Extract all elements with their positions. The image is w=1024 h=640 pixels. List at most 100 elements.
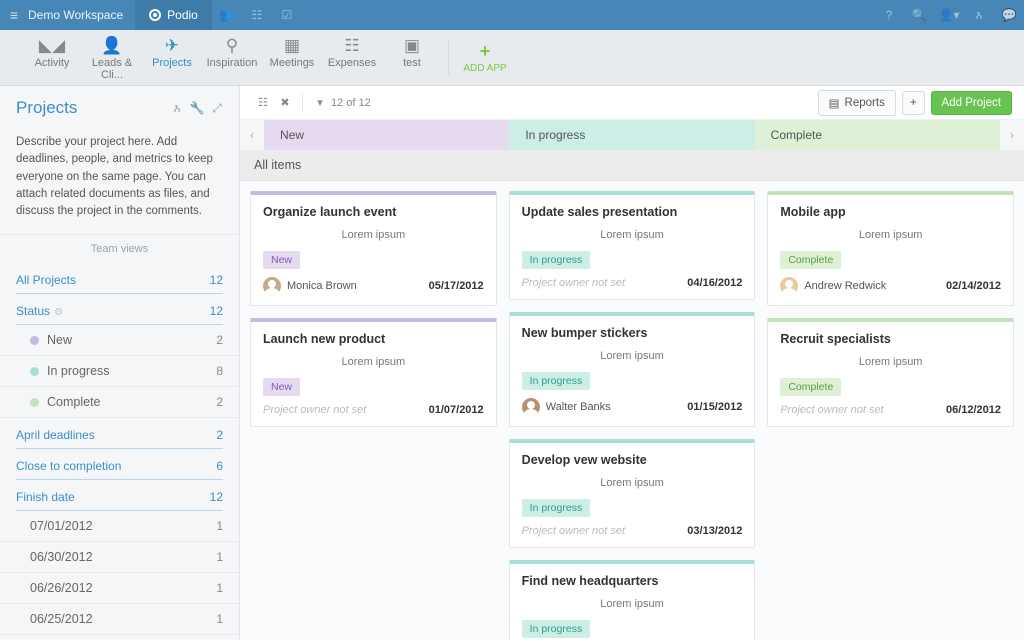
reports-button[interactable]: ▤Reports [818, 90, 896, 116]
layout-icon[interactable]: ☷ [252, 96, 274, 109]
expand-icon[interactable]: ⤢ [207, 101, 227, 116]
content-toolbar: ☷ ✖ ▾ 12 of 12 ▤Reports + Add Project [240, 86, 1024, 120]
contacts-icon[interactable]: 👥 [212, 8, 242, 22]
appnav-item-leads-cli-[interactable]: 👤Leads & Cli... [82, 35, 142, 81]
chat-icon[interactable]: 💬 [994, 8, 1024, 22]
column-new: Organize launch eventLorem ipsumNewMonic… [250, 191, 497, 630]
project-card[interactable]: Recruit specialistsLorem ipsumCompletePr… [767, 318, 1014, 427]
project-card[interactable]: Find new headquartersLorem ipsumIn progr… [509, 560, 756, 640]
wrench-icon[interactable]: 🔧 [187, 101, 207, 115]
tools-icon[interactable]: ✖ [274, 96, 296, 109]
april-label: April deadlines [16, 428, 216, 442]
menu-icon[interactable]: ≡ [0, 7, 28, 23]
podio-mark-icon [149, 9, 161, 21]
card-description: Lorem ipsum [522, 225, 743, 251]
lane-next-arrow[interactable]: › [1000, 120, 1024, 150]
close-count: 6 [216, 459, 223, 473]
card-title: Recruit specialists [780, 332, 1001, 346]
card-date: 02/14/2012 [946, 280, 1001, 292]
finish-row-count: 1 [216, 612, 223, 626]
card-date: 01/07/2012 [429, 404, 484, 416]
appnav-item-expenses[interactable]: ☷Expenses [322, 35, 382, 81]
filter-icon[interactable]: ▾ [309, 96, 331, 109]
appnav-item-projects[interactable]: ✈Projects [142, 35, 202, 81]
gear-icon[interactable]: ⚙ [54, 307, 63, 318]
card-title: Update sales presentation [522, 205, 743, 219]
finish-row[interactable]: 07/01/20121 [0, 511, 239, 542]
chart-icon: ▤ [829, 96, 840, 110]
help-icon[interactable]: ? [874, 8, 904, 22]
add-app-button[interactable]: +ADD APP [455, 41, 515, 74]
card-description: Lorem ipsum [522, 473, 743, 499]
sidebar-header: Projects እ 🔧 ⤢ [0, 86, 239, 126]
status-row-count: 2 [216, 395, 223, 409]
status-row-label: New [47, 333, 216, 347]
appnav-item-inspiration[interactable]: ⚲Inspiration [202, 35, 262, 81]
lane-header-inprogress[interactable]: In progress [509, 120, 754, 150]
appnav-item-test[interactable]: ▣test [382, 35, 442, 81]
status-row-label: In progress [47, 364, 216, 378]
status-row-new[interactable]: New2 [0, 325, 239, 356]
app-label: Projects [142, 57, 202, 69]
finish-row[interactable]: 06/25/20121 [0, 604, 239, 635]
card-owner-empty: Project owner not set [522, 525, 688, 537]
card-description: Lorem ipsum [263, 225, 484, 251]
project-card[interactable]: Organize launch eventLorem ipsumNewMonic… [250, 191, 497, 306]
finish-row[interactable]: 06/30/20121 [0, 542, 239, 573]
project-card[interactable]: Develop vew websiteLorem ipsumIn progres… [509, 439, 756, 548]
card-date: 04/16/2012 [687, 277, 742, 289]
lane-prev-arrow[interactable]: ‹ [240, 120, 264, 150]
card-title: Launch new product [263, 332, 484, 346]
broadcast-icon[interactable]: እ [167, 101, 187, 116]
status-badge: In progress [522, 620, 591, 638]
finish-row-label: 07/01/2012 [30, 519, 216, 533]
calendar-icon[interactable]: ☷ [242, 8, 272, 22]
all-projects-count: 12 [210, 273, 223, 287]
appnav-item-meetings[interactable]: ▦Meetings [262, 35, 322, 81]
status-dot-icon [30, 336, 39, 345]
workspace-name[interactable]: Demo Workspace [28, 8, 135, 22]
sidebar: Projects እ 🔧 ⤢ Describe your project her… [0, 86, 240, 640]
status-badge: New [263, 251, 300, 269]
status-row-prog[interactable]: In progress8 [0, 356, 239, 387]
card-date: 03/13/2012 [687, 525, 742, 537]
app-label: test [382, 57, 442, 69]
app-icon: ▣ [382, 35, 442, 57]
project-card[interactable]: Update sales presentationLorem ipsumIn p… [509, 191, 756, 300]
lane-header-complete[interactable]: Complete [755, 120, 1000, 150]
feed-icon[interactable]: እ [964, 8, 994, 23]
sidebar-view-all[interactable]: All Projects 12 [16, 273, 223, 294]
appnav-item-activity[interactable]: ◣◢Activity [22, 35, 82, 81]
tasks-icon[interactable]: ☑ [272, 8, 302, 22]
april-count: 2 [216, 428, 223, 442]
app-nav: ◣◢Activity👤Leads & Cli...✈Projects⚲Inspi… [0, 30, 1024, 86]
sidebar-view-april[interactable]: April deadlines 2 [16, 428, 223, 449]
app-icon: 👤 [82, 35, 142, 57]
status-badge: In progress [522, 372, 591, 390]
card-footer: Project owner not set01/07/2012 [263, 404, 484, 416]
add-app-label: ADD APP [463, 63, 506, 74]
sidebar-description: Describe your project here. Add deadline… [0, 126, 239, 234]
finish-row[interactable]: 06/26/20121 [0, 573, 239, 604]
column-inprogress: Update sales presentation Lorem ipsum In p… [509, 191, 756, 630]
search-icon[interactable]: 🔍 [904, 8, 934, 22]
project-card[interactable]: Mobile appLorem ipsumCompleteAndrew Redw… [767, 191, 1014, 306]
brand-logo[interactable]: Podio [135, 0, 212, 30]
add-view-button[interactable]: + [902, 91, 925, 115]
card-owner: Monica Brown [263, 277, 429, 295]
status-count: 12 [210, 304, 223, 318]
project-card[interactable]: Launch new productLorem ipsumNewProject … [250, 318, 497, 427]
sidebar-view-finish[interactable]: Finish date 12 [16, 490, 223, 511]
sidebar-view-status[interactable]: Status⚙ 12 [16, 304, 223, 325]
project-card[interactable]: New bumper stickersLorem ipsumIn progres… [509, 312, 756, 427]
sidebar-view-close[interactable]: Close to completion 6 [16, 459, 223, 480]
avatar-icon [780, 277, 798, 295]
lane-header-new[interactable]: New [264, 120, 509, 150]
app-icon: ◣◢ [22, 35, 82, 57]
finish-row[interactable]: 06/24/20121 [0, 635, 239, 640]
finish-row-count: 1 [216, 581, 223, 595]
add-project-button[interactable]: Add Project [931, 91, 1012, 115]
card-date: 06/12/2012 [946, 404, 1001, 416]
account-icon[interactable]: 👤▾ [934, 8, 964, 22]
status-row-comp[interactable]: Complete2 [0, 387, 239, 418]
